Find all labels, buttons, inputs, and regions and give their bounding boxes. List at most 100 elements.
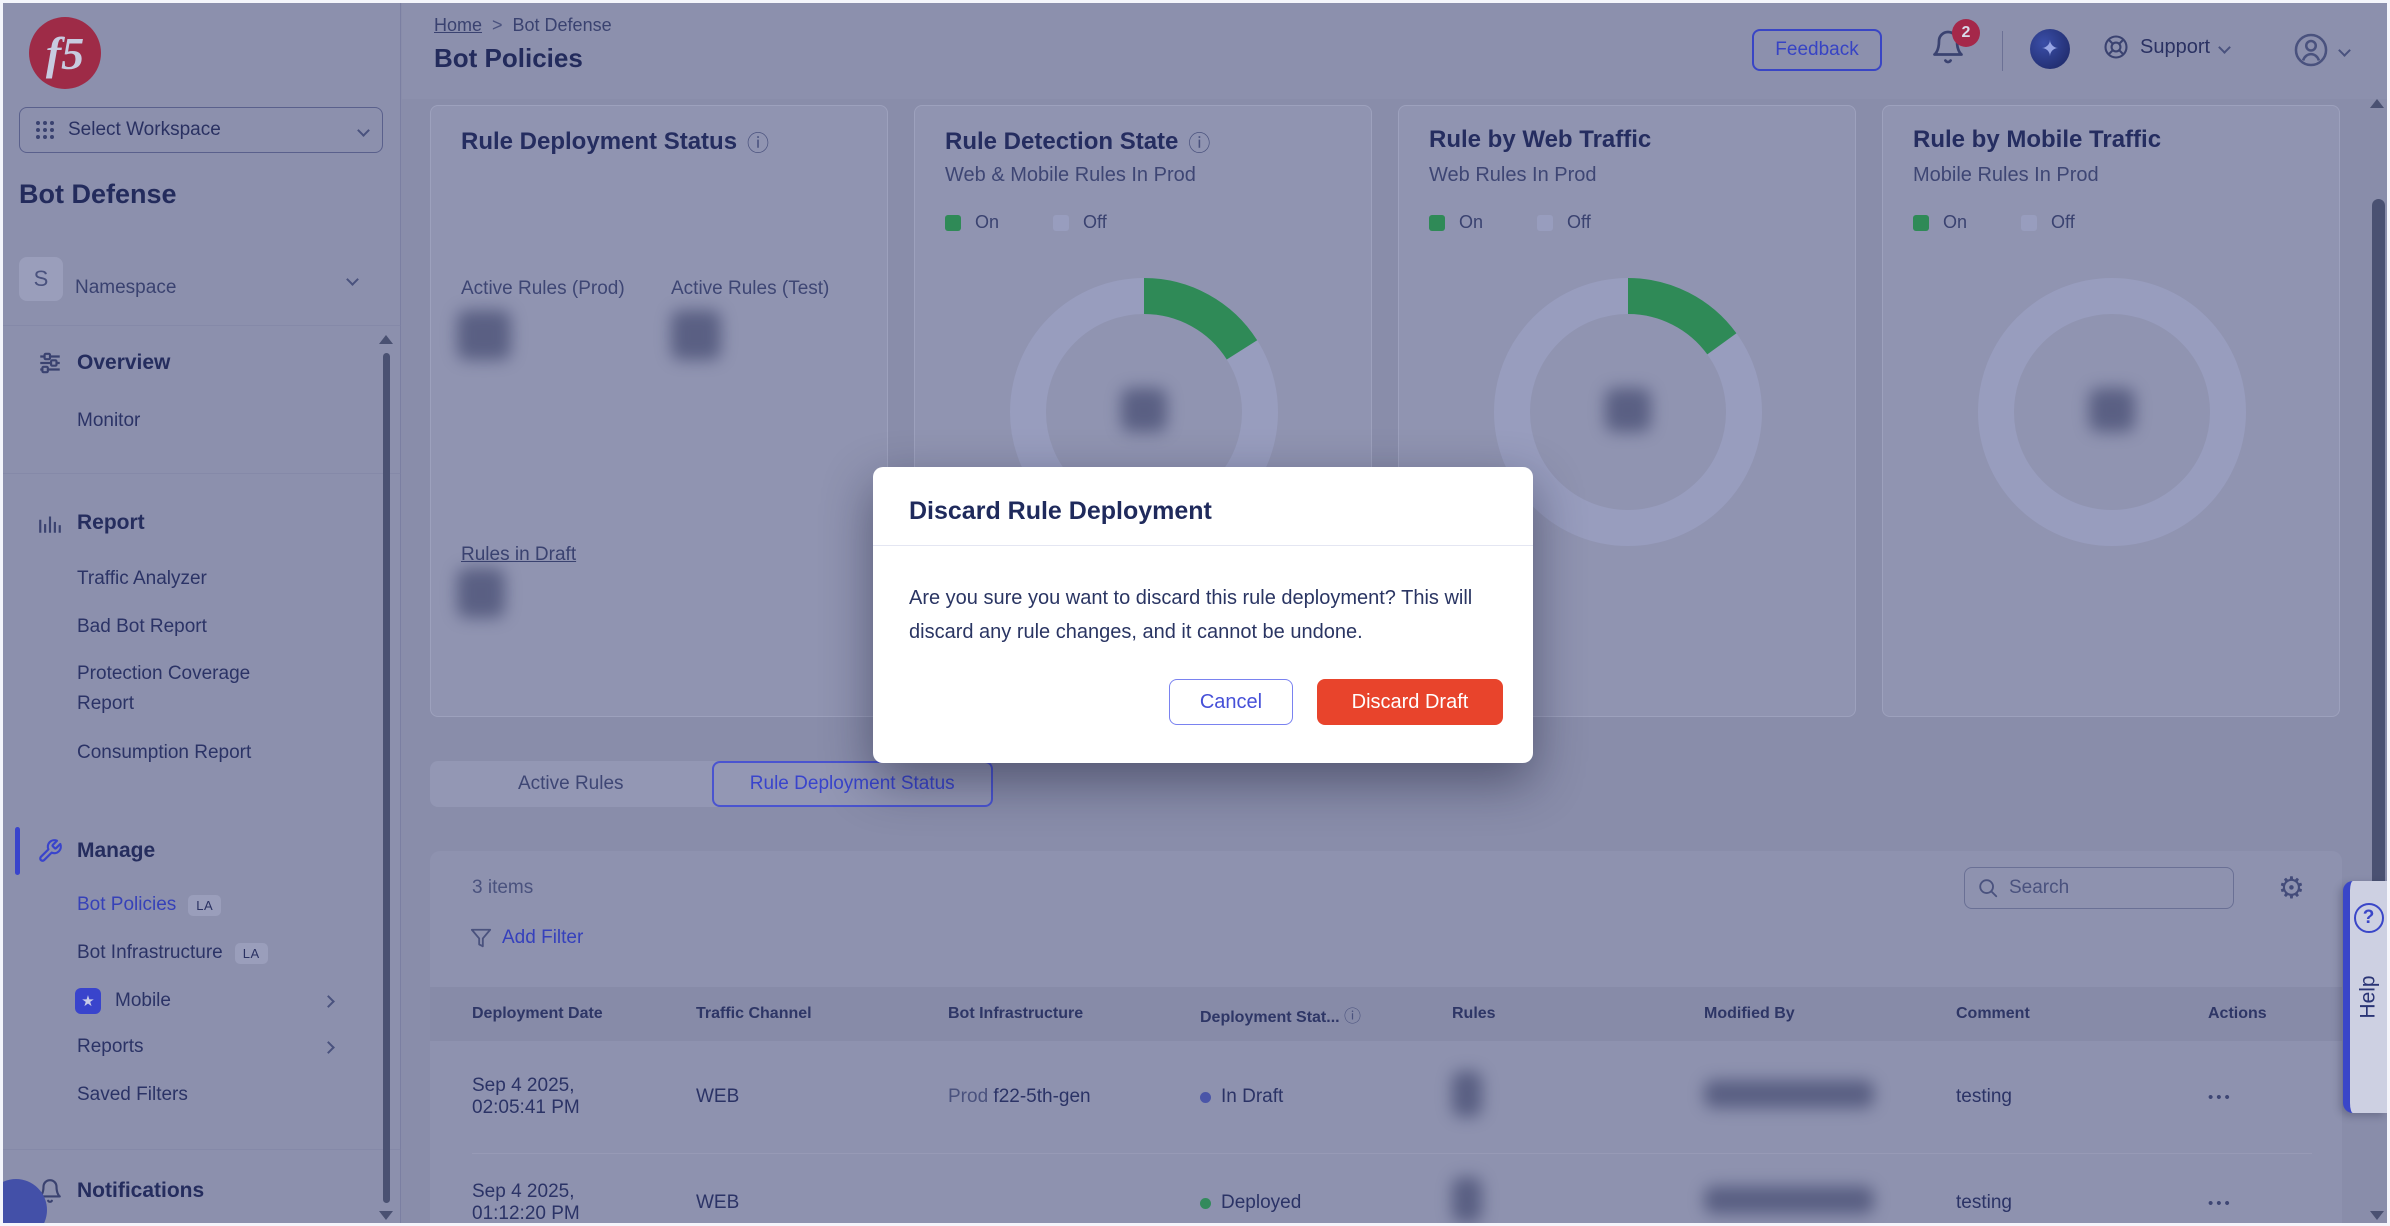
cell-deployment-status: In Draft — [1200, 1086, 1452, 1108]
workspace-selector[interactable]: Select Workspace — [19, 107, 383, 153]
redacted-value — [1452, 1177, 1482, 1223]
redacted-value — [457, 568, 505, 618]
status-dot — [1200, 1198, 1211, 1209]
f5-logo[interactable]: f5 — [29, 17, 101, 89]
discard-rule-deployment-modal: Discard Rule Deployment Are you sure you… — [873, 467, 1533, 763]
legend-on-label: On — [1459, 212, 1483, 233]
breadcrumb-section: Bot Defense — [513, 15, 612, 36]
sidebar-scroll-up[interactable] — [379, 335, 393, 344]
modal-body-text: Are you sure you want to discard this ru… — [909, 581, 1501, 649]
chevron-right-icon — [322, 1041, 335, 1054]
sidebar-item-manage[interactable]: Manage — [3, 831, 387, 871]
metric-label: Active Rules (Test) — [671, 278, 829, 300]
sidebar-scrollbar-thumb[interactable] — [383, 353, 390, 1203]
main-scrollbar-thumb[interactable] — [2372, 199, 2385, 993]
column-header[interactable]: Rules — [1452, 1005, 1704, 1023]
donut-legend: On Off — [1913, 212, 2075, 233]
cell-comment: testing — [1956, 1192, 2208, 1214]
info-icon[interactable]: ⓘ — [747, 126, 769, 158]
support-menu[interactable]: Support — [2102, 33, 2229, 61]
sidebar-item-reports[interactable]: Reports — [3, 1029, 387, 1065]
cell-deployment-date: Sep 4 2025,02:05:41 PM — [472, 1075, 696, 1119]
sidebar-item-saved-filters[interactable]: Saved Filters — [3, 1077, 387, 1113]
sidebar-item-consumption-report[interactable]: Consumption Report — [3, 735, 387, 771]
column-header[interactable]: Comment — [1956, 1005, 2208, 1023]
chevron-down-icon — [357, 124, 370, 137]
table-row[interactable]: Sep 4 2025,02:05:41 PM WEB Prod f22-5th-… — [430, 1041, 2342, 1153]
notifications-bell-button[interactable]: 2 — [1930, 29, 1974, 73]
sidebar-item-overview[interactable]: Overview — [3, 343, 387, 383]
column-header[interactable]: Traffic Channel — [696, 1005, 948, 1023]
sidebar-item-protection-coverage-report[interactable]: Protection Coverage Report — [3, 657, 387, 721]
top-header: Home > Bot Defense Bot Policies Feedback… — [402, 3, 2387, 99]
question-mark-icon: ? — [2354, 903, 2384, 933]
card-rule-deployment-status: Rule Deployment Statusⓘ Active Rules (Pr… — [430, 105, 888, 717]
tab-active-rules[interactable]: Active Rules — [430, 761, 712, 807]
star-icon: ★ — [75, 988, 101, 1014]
cell-comment: testing — [1956, 1086, 2208, 1108]
main-scroll-down[interactable] — [2370, 1211, 2384, 1220]
table-settings-gear-icon[interactable]: ⚙ — [2278, 871, 2305, 906]
chevron-down-icon — [346, 273, 359, 286]
account-menu[interactable] — [2292, 31, 2349, 69]
sidebar-item-label: Traffic Analyzer — [77, 568, 207, 590]
funnel-icon — [470, 927, 492, 949]
table-row[interactable]: Sep 4 2025,01:12:20 PM WEB Deployed test… — [430, 1153, 2342, 1226]
sidebar-item-traffic-analyzer[interactable]: Traffic Analyzer — [3, 561, 387, 597]
sidebar-item-label: Protection Coverage Report — [77, 659, 250, 719]
legend-on-label: On — [975, 212, 999, 233]
grid-icon — [34, 119, 56, 141]
report-icon — [37, 510, 63, 536]
support-label: Support — [2140, 36, 2210, 59]
sidebar-item-monitor[interactable]: Monitor — [3, 403, 387, 439]
row-actions-menu[interactable]: ••• — [2208, 1195, 2342, 1212]
legend-off-label: Off — [1083, 212, 1107, 233]
sidebar-scroll-down[interactable] — [379, 1211, 393, 1220]
column-header[interactable]: Deployment Stat... ⓘ — [1200, 1002, 1452, 1027]
sidebar-item-bot-infrastructure[interactable]: Bot Infrastructure LA — [3, 935, 387, 971]
sidebar-item-notifications[interactable]: Notifications — [3, 1171, 387, 1211]
help-tab[interactable]: ? Help — [2343, 881, 2387, 1113]
ai-assistant-button[interactable]: ✦ — [2030, 29, 2070, 69]
table-header-row: Deployment Date Traffic Channel Bot Infr… — [430, 987, 2342, 1041]
modal-title: Discard Rule Deployment — [909, 497, 1212, 526]
row-actions-menu[interactable]: ••• — [2208, 1089, 2342, 1106]
namespace-selector[interactable]: S Namespace — [19, 253, 383, 305]
sidebar-item-label: Reports — [77, 1036, 144, 1058]
search-box[interactable] — [1964, 867, 2234, 909]
sidebar-item-mobile[interactable]: ★ Mobile — [3, 981, 387, 1021]
legend-on-swatch — [1429, 215, 1445, 231]
info-icon[interactable]: ⓘ — [1188, 126, 1210, 158]
cell-modified-by — [1704, 1080, 1956, 1114]
overview-icon — [37, 350, 63, 376]
redacted-value — [1704, 1080, 1874, 1108]
items-count: 3 items — [472, 877, 533, 899]
add-filter-button[interactable]: Add Filter — [470, 927, 583, 949]
tab-rule-deployment-status[interactable]: Rule Deployment Status — [712, 761, 994, 807]
column-header[interactable]: Deployment Date — [472, 1005, 696, 1023]
sidebar-item-bot-policies[interactable]: Bot Policies LA — [3, 887, 387, 923]
column-header[interactable]: Bot Infrastructure — [948, 1005, 1200, 1023]
cancel-button[interactable]: Cancel — [1169, 679, 1293, 725]
info-icon[interactable]: ⓘ — [1344, 1007, 1361, 1026]
legend-on-swatch — [945, 215, 961, 231]
sidebar-item-label: Notifications — [77, 1179, 204, 1203]
cell-rules — [1452, 1177, 1704, 1226]
sidebar-item-bad-bot-report[interactable]: Bad Bot Report — [3, 609, 387, 645]
main-scroll-up[interactable] — [2370, 99, 2384, 108]
search-input[interactable] — [2009, 877, 2209, 899]
sidebar-item-label: Monitor — [77, 410, 140, 432]
chevron-right-icon — [322, 995, 335, 1008]
breadcrumb-home-link[interactable]: Home — [434, 15, 482, 36]
divider — [873, 545, 1533, 546]
legend-off-swatch — [1053, 215, 1069, 231]
column-header[interactable]: Actions — [2208, 1005, 2342, 1023]
column-header[interactable]: Modified By — [1704, 1005, 1956, 1023]
feedback-button[interactable]: Feedback — [1752, 29, 1882, 71]
rules-in-draft-link[interactable]: Rules in Draft — [461, 544, 576, 566]
sparkle-icon: ✦ — [2041, 36, 2059, 62]
sidebar-item-label: Saved Filters — [77, 1084, 188, 1106]
sidebar-item-label: Report — [77, 511, 145, 535]
discard-draft-button[interactable]: Discard Draft — [1317, 679, 1503, 725]
sidebar-item-report[interactable]: Report — [3, 503, 387, 543]
